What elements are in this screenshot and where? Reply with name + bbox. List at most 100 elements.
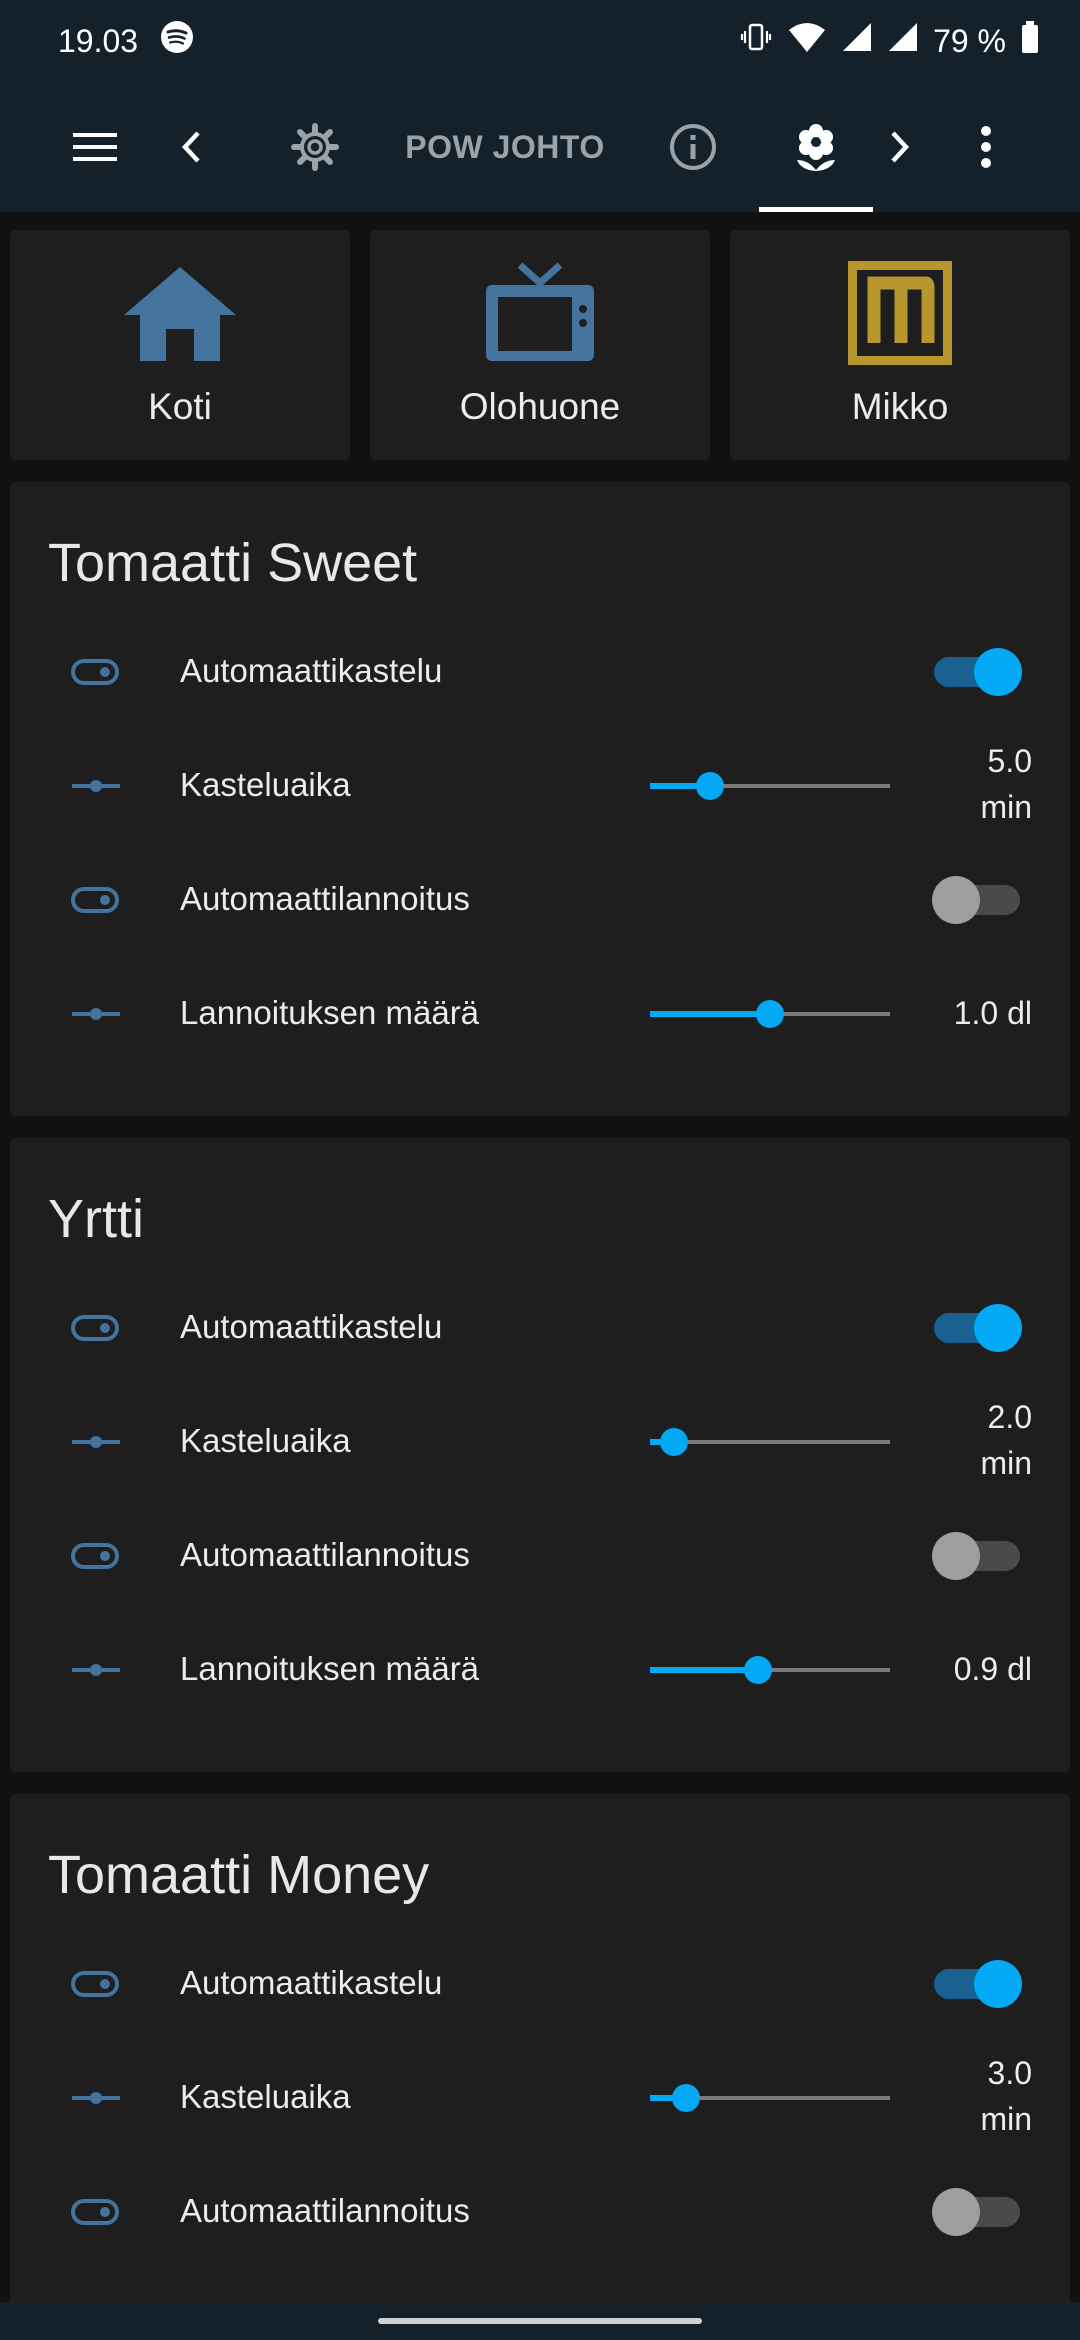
slider-knob[interactable]	[696, 772, 724, 800]
card-tomaatti-money: Tomaatti Money Automaattikastelu Kastelu…	[10, 1794, 1070, 2302]
row-label: Kasteluaika	[180, 766, 351, 803]
toggle-thumb[interactable]	[932, 2188, 980, 2236]
status-time: 19.03	[58, 22, 139, 59]
flower-icon[interactable]	[784, 82, 848, 212]
value-unit: min	[980, 789, 1032, 825]
entity-row-toggle: Automaattikastelu	[10, 1944, 1070, 2024]
value-slider[interactable]	[650, 766, 890, 806]
battery-icon	[1020, 20, 1040, 62]
signal-icon	[841, 21, 873, 61]
row-label: Lannoituksen määrä	[180, 994, 480, 1031]
value-slider[interactable]	[650, 1422, 890, 1462]
value-number: 1.0 dl	[953, 995, 1032, 1031]
signal-icon	[887, 21, 919, 61]
tile-label: Olohuone	[459, 386, 621, 427]
slider-icon	[72, 2092, 120, 2104]
toggle-thumb[interactable]	[974, 1304, 1022, 1352]
card-tomaatti-sweet: Tomaatti Sweet Automaattikastelu Kastelu…	[10, 482, 1070, 1116]
tab-pow-johto[interactable]: POW JOHTO	[390, 82, 620, 212]
entity-row-toggle: Automaattilannoitus	[10, 2172, 1070, 2252]
entity-row-slider: Kasteluaika 2.0 min	[10, 1399, 1070, 1482]
toggle-switch-icon	[71, 1543, 119, 1569]
tile-label: Mikko	[851, 386, 949, 427]
tile-olohuone[interactable]: Olohuone	[370, 230, 710, 460]
toggle-thumb[interactable]	[974, 648, 1022, 696]
row-label: Automaattilannoitus	[180, 880, 470, 917]
info-icon[interactable]	[665, 82, 721, 212]
value-number: 5.0	[987, 743, 1032, 779]
toggle-switch-icon	[71, 887, 119, 913]
entity-row-slider: Lannoituksen määrä 1.0 dl	[10, 974, 1070, 1054]
tv-icon	[482, 258, 598, 368]
toggle-thumb[interactable]	[932, 876, 980, 924]
card-title: Tomaatti Sweet	[48, 533, 418, 593]
toggle-switch-icon	[71, 1315, 119, 1341]
slider-knob[interactable]	[756, 1000, 784, 1028]
entity-row-slider: Kasteluaika 3.0 min	[10, 2055, 1070, 2138]
slider-fill	[650, 1667, 758, 1673]
toggle-switch[interactable]	[932, 1530, 1022, 1582]
slider-icon	[72, 1664, 120, 1676]
row-label: Kasteluaika	[180, 1422, 351, 1459]
home-icon	[122, 258, 238, 368]
entity-row-slider: Lannoituksen määrä 0.9 dl	[10, 1630, 1070, 1710]
chevron-right-icon[interactable]	[876, 82, 924, 212]
chevron-left-icon[interactable]	[165, 82, 217, 212]
menu-icon[interactable]	[60, 82, 130, 212]
value-unit: min	[980, 1445, 1032, 1481]
row-label: Automaattikastelu	[180, 1964, 443, 2001]
row-label: Automaattikastelu	[180, 1308, 443, 1345]
gear-icon[interactable]	[286, 82, 344, 212]
value-slider[interactable]	[650, 994, 890, 1034]
slider-knob[interactable]	[660, 1428, 688, 1456]
slider-value: 0.9 dl	[954, 1646, 1032, 1692]
card-title: Yrtti	[48, 1189, 145, 1249]
slider-knob[interactable]	[672, 2084, 700, 2112]
row-label: Automaattikastelu	[180, 652, 443, 689]
value-number: 2.0	[987, 1399, 1032, 1435]
more-vert-icon[interactable]	[966, 82, 1006, 212]
value-number: 3.0	[987, 2055, 1032, 2091]
slider-value: 5.0 min	[980, 738, 1032, 830]
toggle-switch[interactable]	[932, 1958, 1022, 2010]
slider-knob[interactable]	[744, 1656, 772, 1684]
value-number: 0.9 dl	[953, 1651, 1032, 1687]
spotify-icon	[160, 20, 194, 62]
app-header: POW JOHTO	[0, 82, 1080, 212]
row-label: Lannoituksen määrä	[180, 1650, 480, 1687]
tile-mikko[interactable]: Mikko	[730, 230, 1070, 460]
system-nav-bar	[0, 2302, 1080, 2340]
toggle-switch[interactable]	[932, 1302, 1022, 1354]
entity-row-toggle: Automaattilannoitus	[10, 1516, 1070, 1596]
slider-value: 2.0 min	[980, 1394, 1032, 1486]
mikko-logo-icon	[848, 258, 952, 368]
card-title: Tomaatti Money	[48, 1845, 430, 1905]
entity-row-toggle: Automaattikastelu	[10, 632, 1070, 712]
entity-row-toggle: Automaattilannoitus	[10, 860, 1070, 940]
toggle-switch-icon	[71, 2199, 119, 2225]
toggle-thumb[interactable]	[932, 1532, 980, 1580]
home-gesture-handle[interactable]	[378, 2318, 702, 2324]
wifi-icon	[787, 20, 827, 62]
tile-label: Koti	[148, 386, 212, 427]
vibrate-icon	[739, 20, 773, 62]
slider-icon	[72, 780, 120, 792]
card-yrtti: Yrtti Automaattikastelu Kasteluaika 2.0 m…	[10, 1138, 1070, 1772]
shortcut-tiles: Koti Olohuone Mikko	[10, 230, 1070, 474]
value-slider[interactable]	[650, 1650, 890, 1690]
toggle-thumb[interactable]	[974, 1960, 1022, 2008]
toggle-switch[interactable]	[932, 874, 1022, 926]
value-slider[interactable]	[650, 2078, 890, 2118]
slider-value: 1.0 dl	[954, 990, 1032, 1036]
row-label: Automaattilannoitus	[180, 1536, 470, 1573]
dashboard-view: Koti Olohuone Mikko Tomaatti Sweet Autom…	[0, 212, 1080, 2302]
slider-icon	[72, 1436, 120, 1448]
tile-koti[interactable]: Koti	[10, 230, 350, 460]
row-label: Kasteluaika	[180, 2078, 351, 2115]
toggle-switch[interactable]	[932, 646, 1022, 698]
battery-text: 79 %	[933, 22, 1006, 59]
toggle-switch[interactable]	[932, 2186, 1022, 2238]
toggle-switch-icon	[71, 659, 119, 685]
slider-fill	[650, 1011, 770, 1017]
slider-value: 3.0 min	[980, 2050, 1032, 2142]
